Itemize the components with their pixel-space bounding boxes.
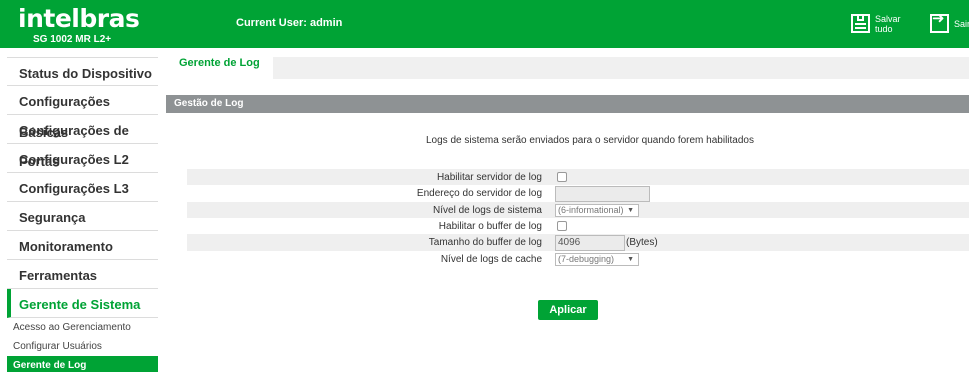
sidebar-subitem-log-manager[interactable]: Gerente de Log xyxy=(7,356,158,372)
apply-button[interactable]: Aplicar xyxy=(538,300,598,320)
intelbras-logo: intelbras SG 1002 MR L2+ xyxy=(18,4,140,45)
sidebar-item-l3-config[interactable]: Configurações L3 xyxy=(7,173,158,202)
top-header: intelbras SG 1002 MR L2+ Current User: a… xyxy=(0,0,969,48)
device-model: SG 1002 MR L2+ xyxy=(33,34,112,45)
sidebar-item-security[interactable]: Segurança xyxy=(7,202,158,231)
sidebar-item-system-manager[interactable]: Gerente de Sistema xyxy=(7,289,158,318)
form-row-system-level: Nível de logs de sistema (6-informationa… xyxy=(187,202,969,218)
chevron-down-icon: ▼ xyxy=(627,206,634,214)
sidebar: Status do Dispositivo Configurações Bási… xyxy=(7,57,158,372)
server-address-input[interactable] xyxy=(555,185,650,202)
enable-server-label: Habilitar servidor de log xyxy=(436,171,542,183)
save-all-label: Salvar tudo xyxy=(875,14,901,34)
form-row-buffer-size: Tamanho do buffer de log 4096 (Bytes) xyxy=(187,234,969,251)
info-text: Logs de sistema serão enviados para o se… xyxy=(426,135,754,146)
save-all-button[interactable]: Salvar tudo xyxy=(851,14,901,34)
sidebar-item-monitoring[interactable]: Monitoramento xyxy=(7,231,158,260)
chevron-down-icon: ▼ xyxy=(627,255,634,263)
cache-level-value: (7-debugging) xyxy=(558,253,615,264)
buffer-size-unit: (Bytes) xyxy=(626,237,658,248)
save-label-line1: Salvar xyxy=(875,14,901,24)
enable-buffer-checkbox[interactable] xyxy=(557,221,567,231)
system-level-value: (6-informational) xyxy=(558,204,624,215)
system-level-label: Nível de logs de sistema xyxy=(433,204,542,216)
tab-log-manager[interactable]: Gerente de Log xyxy=(166,56,273,79)
exit-button[interactable]: Sair xyxy=(930,13,969,33)
sidebar-item-l2-config[interactable]: Configurações L2 xyxy=(7,144,158,173)
buffer-size-input[interactable]: 4096 xyxy=(555,234,625,251)
sidebar-subitem-configure-users[interactable]: Configurar Usuários xyxy=(7,337,158,356)
system-level-select[interactable]: (6-informational) ▼ xyxy=(555,203,639,217)
save-label-line2: tudo xyxy=(875,24,893,34)
buffer-size-label: Tamanho do buffer de log xyxy=(428,237,542,248)
form-row-enable-server: Habilitar servidor de log xyxy=(187,169,969,185)
current-user-label: Current User: admin xyxy=(236,17,343,29)
cache-level-label: Nível de logs de cache xyxy=(440,253,542,265)
sidebar-item-port-config[interactable]: Configurações de Portas xyxy=(7,115,158,169)
server-address-label: Endereço do servidor de log xyxy=(416,188,542,199)
sidebar-item-status[interactable]: Status do Dispositivo xyxy=(7,57,158,86)
form-row-cache-level: Nível de logs de cache (7-debugging) ▼ xyxy=(187,251,969,267)
log-settings-form: Habilitar servidor de log Endereço do se… xyxy=(187,169,969,267)
form-row-enable-buffer: Habilitar o buffer de log xyxy=(187,218,969,234)
cache-level-select[interactable]: (7-debugging) ▼ xyxy=(555,252,639,266)
sidebar-item-tools[interactable]: Ferramentas xyxy=(7,260,158,289)
logo-text: intelbras xyxy=(18,4,140,33)
exit-label: Sair xyxy=(954,19,969,29)
enable-buffer-label: Habilitar o buffer de log xyxy=(438,220,542,232)
form-row-server-address: Endereço do servidor de log xyxy=(187,185,969,202)
sidebar-subitem-access-management[interactable]: Acesso ao Gerenciamento xyxy=(7,318,158,337)
tab-bar: Gerente de Log xyxy=(166,56,969,79)
sidebar-item-basic-config[interactable]: Configurações Básicas xyxy=(7,86,158,140)
enable-server-checkbox[interactable] xyxy=(557,172,567,182)
save-icon xyxy=(851,14,870,33)
exit-icon xyxy=(930,13,949,33)
section-header: Gestão de Log xyxy=(166,95,969,113)
